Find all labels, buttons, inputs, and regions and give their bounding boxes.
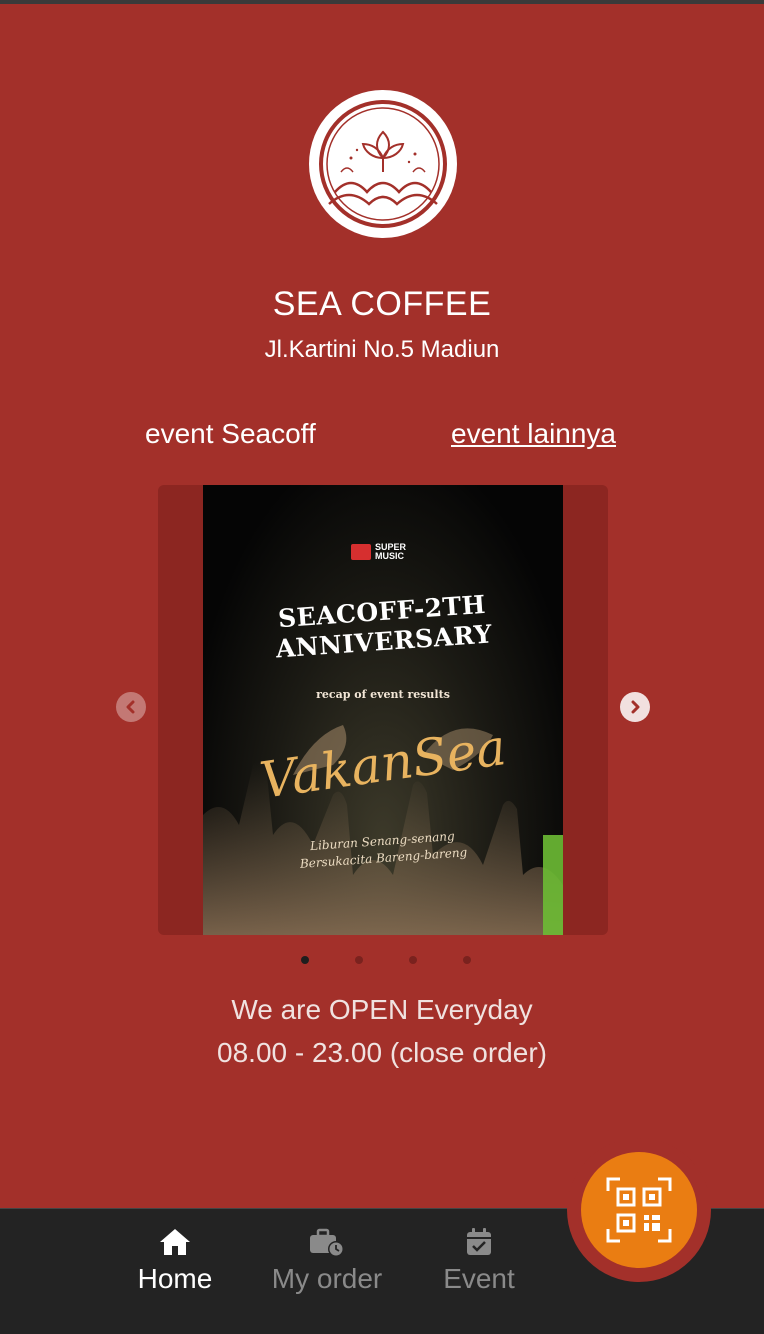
home-icon bbox=[160, 1229, 190, 1255]
qr-scan-button[interactable] bbox=[581, 1152, 697, 1268]
briefcase-clock-icon bbox=[310, 1228, 344, 1257]
poster-recap-text: recap of event results bbox=[316, 688, 450, 701]
poster-headline: SEACOFF-2TH ANNIVERSARY bbox=[274, 589, 494, 664]
carousel-dot-3[interactable] bbox=[409, 956, 417, 964]
super-music-logo: SUPER MUSIC bbox=[351, 543, 406, 561]
calendar-check-icon bbox=[467, 1228, 491, 1255]
store-logo bbox=[309, 90, 457, 238]
nav-item-my-order[interactable]: My order bbox=[262, 1227, 392, 1295]
open-hours-time: 08.00 - 23.00 (close order) bbox=[217, 1037, 547, 1068]
open-hours-heading: We are OPEN Everyday bbox=[231, 994, 533, 1025]
chevron-left-icon bbox=[126, 700, 135, 714]
nav-item-home[interactable]: Home bbox=[130, 1227, 220, 1295]
event-carousel[interactable]: SUPER MUSIC SEACOFF-2TH ANNIVERSARY recap… bbox=[158, 485, 608, 935]
carousel-dot-1[interactable] bbox=[301, 956, 309, 964]
top-border bbox=[0, 0, 764, 4]
event-lainnya-link[interactable]: event lainnya bbox=[451, 418, 616, 450]
qr-scan-icon bbox=[606, 1177, 672, 1243]
nav-label-event: Event bbox=[443, 1263, 515, 1294]
carousel-dot-2[interactable] bbox=[355, 956, 363, 964]
store-name: SEA COFFEE bbox=[272, 285, 492, 323]
nav-item-event[interactable]: Event bbox=[434, 1227, 524, 1295]
nav-label-my-order: My order bbox=[271, 1263, 383, 1294]
store-address: Jl.Kartini No.5 Madiun bbox=[264, 336, 500, 363]
nav-label-home: Home bbox=[137, 1263, 213, 1294]
carousel-indicators bbox=[0, 956, 764, 964]
carousel-next-button[interactable] bbox=[620, 692, 650, 722]
event-seacoff-label: event Seacoff bbox=[145, 418, 316, 449]
carousel-prev-button[interactable] bbox=[116, 692, 146, 722]
event-poster-image: SUPER MUSIC SEACOFF-2TH ANNIVERSARY recap… bbox=[203, 485, 563, 935]
carousel-dot-4[interactable] bbox=[463, 956, 471, 964]
chevron-right-icon bbox=[631, 700, 640, 714]
